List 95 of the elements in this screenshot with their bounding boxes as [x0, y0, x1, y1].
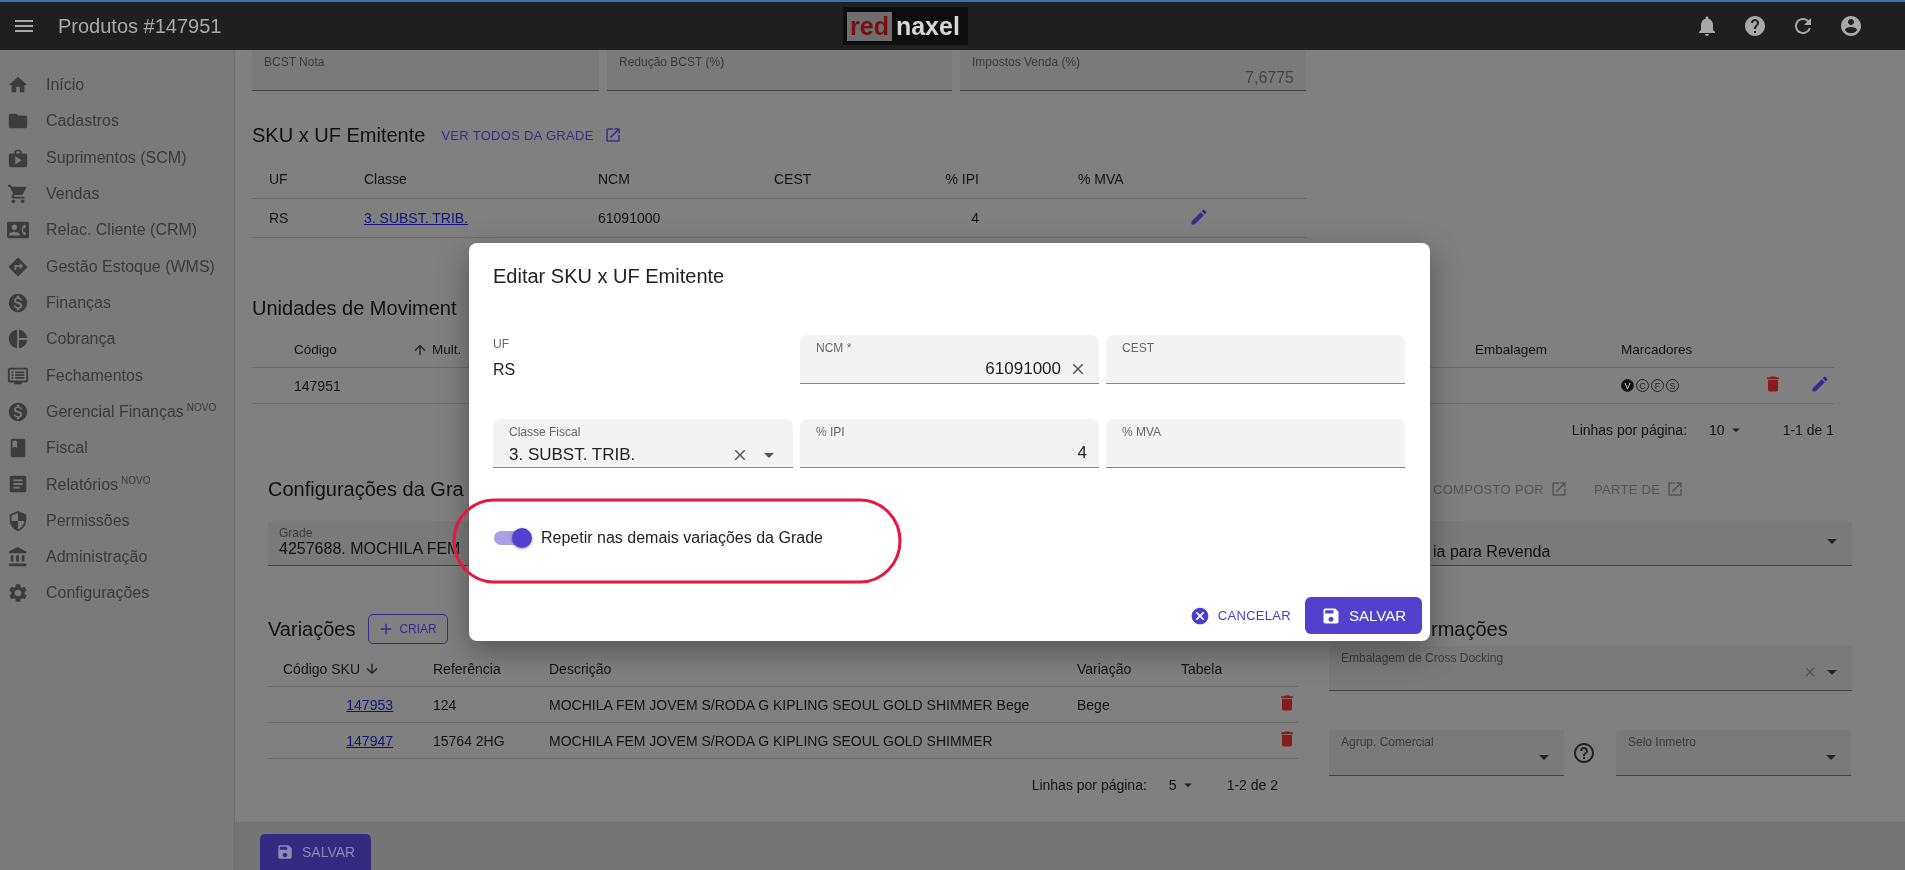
select-field[interactable]: Embalagem de Cross Docking	[1329, 646, 1852, 691]
sidebar-item[interactable]: Suprimentos (SCM)	[46, 148, 187, 167]
input-field[interactable]: BCST Nota	[252, 50, 599, 91]
column-header: Embalagem	[1475, 342, 1549, 357]
sidebar-item[interactable]: Vendas	[46, 185, 100, 204]
dialog-title: Editar SKU x UF Emitente	[493, 265, 726, 289]
directions-icon[interactable]	[7, 255, 29, 278]
rows-per-page-select[interactable]: 5	[1168, 776, 1197, 794]
sku-link[interactable]: 147947	[346, 732, 393, 749]
edit-icon[interactable]	[1189, 206, 1209, 227]
section-title: SKU x UF Emitente	[252, 123, 426, 147]
page-range: 1-2 de 2	[1226, 777, 1278, 793]
create-button[interactable]: CRIAR	[368, 614, 448, 644]
save-icon[interactable]	[276, 843, 294, 861]
field-value: RS	[493, 361, 517, 379]
column-header: % IPI	[944, 171, 979, 187]
sidebar-item[interactable]: Início	[46, 76, 85, 95]
open-external-icon[interactable]	[1666, 480, 1685, 498]
column-header[interactable]: Código SKU	[283, 660, 361, 677]
column-header: % MVA	[1077, 171, 1125, 187]
select-field[interactable]: Selo Inmetro	[1616, 730, 1851, 776]
sidebar-item[interactable]: Administração	[46, 548, 148, 566]
table-cell-text: 61091000	[598, 210, 662, 226]
cancel-button[interactable]: CANCELAR	[1189, 605, 1292, 626]
column-header: Classe	[364, 171, 408, 187]
help-icon[interactable]	[1572, 741, 1596, 765]
shield-icon[interactable]	[7, 509, 29, 532]
sidebar-item[interactable]: Fechamentos	[46, 366, 143, 385]
bank-icon[interactable]	[7, 546, 29, 568]
column-header[interactable]: Variação	[1077, 660, 1132, 677]
table-cell-text: 124	[433, 696, 458, 713]
sidebar-item[interactable]: Gerencial Finanças $^{NOVO}$	[46, 402, 217, 422]
table-cell-text: MOCHILA FEM JOVEM S/RODA G KIPLING SEOUL GOLD SHIMMER Bege	[549, 696, 1031, 713]
pie-chart-icon[interactable]	[7, 328, 29, 351]
open-external-icon[interactable]	[1550, 480, 1568, 498]
view-all-link[interactable]: VER TODOS DA GRADE	[441, 127, 594, 143]
section-title: Variações	[268, 617, 356, 641]
column-header: Marcadores	[1621, 342, 1694, 357]
sidebar-item[interactable]: Cobrança	[46, 330, 116, 349]
table-cell-text: 15764 2HG	[433, 732, 506, 749]
sidebar-item[interactable]: Configurações	[46, 584, 150, 603]
select-field[interactable]: ia para Revenda	[1431, 521, 1852, 566]
column-header: UF	[269, 171, 289, 187]
column-header[interactable]: Referência	[433, 660, 501, 677]
rows-per-page-select[interactable]: 10	[1709, 421, 1745, 439]
section-title: rmações	[1431, 617, 1508, 641]
page-title: Produtos #147951	[58, 14, 222, 38]
select-field[interactable]: Classe Fiscal 3. SUBST. TRIB.	[493, 419, 793, 468]
rows-per-page-label: Linhas por página:	[1571, 422, 1688, 438]
table-cell-text: RS	[269, 210, 290, 226]
settings-icon[interactable]	[7, 582, 29, 605]
table-cell: Bege	[1077, 696, 1110, 713]
table-cell-text: 147951	[294, 377, 342, 394]
marker-badge: V	[1621, 379, 1634, 392]
column-header[interactable]: Tabela	[1181, 660, 1223, 677]
sidebar-item[interactable]: Finanças	[46, 293, 111, 312]
table-cell: 4	[971, 210, 979, 226]
save-button[interactable]: SALVAR	[260, 834, 372, 870]
sidebar-item[interactable]: Relac. Cliente (CRM)	[46, 221, 198, 240]
cart-icon[interactable]	[7, 183, 29, 206]
open-external-icon[interactable]	[603, 126, 622, 144]
column-header: CEST	[774, 171, 813, 187]
dollar-icon[interactable]	[7, 291, 29, 314]
section-title: Configurações da Gra	[268, 477, 465, 501]
input-field[interactable]: % MVA	[1106, 419, 1405, 468]
column-header[interactable]: Descrição	[549, 660, 612, 677]
toggle-label: Repetir nas demais variações da Grade	[541, 529, 823, 547]
sidebar-item[interactable]: Permissões	[46, 511, 130, 530]
account-icon[interactable]	[1839, 14, 1863, 38]
edit-icon[interactable]	[1810, 373, 1830, 394]
logo: red naxel	[843, 7, 968, 45]
input-field[interactable]: % IPI 4	[800, 419, 1099, 468]
help-icon[interactable]	[1743, 14, 1767, 38]
column-header[interactable]: Código	[294, 342, 337, 357]
section-title: Unidades de Moviment	[252, 296, 457, 320]
input-field[interactable]: NCM * 61091000	[800, 335, 1099, 384]
dollar-icon[interactable]	[7, 400, 29, 423]
cancel-icon[interactable]	[1189, 605, 1210, 626]
rows-per-page-label: Linhas por página:	[1031, 777, 1147, 793]
sidebar-item[interactable]: Cadastros	[46, 112, 119, 131]
field-label: UF	[493, 337, 510, 351]
sku-link[interactable]: 147953	[346, 696, 393, 713]
column-header[interactable]: Mult.	[432, 342, 462, 357]
page-range: 1-1 de 1	[1782, 422, 1834, 438]
table-cell-text: MOCHILA FEM JOVEM S/RODA G KIPLING SEOUL GOLD SHIMMER	[549, 732, 994, 749]
input-field[interactable]: Redução BCST (%)	[607, 50, 952, 91]
sidebar-item[interactable]: Fiscal	[46, 439, 88, 458]
sidebar-item[interactable]: Gestão Estoque (WMS)	[46, 257, 215, 276]
save-button[interactable]: SALVAR	[1305, 597, 1422, 634]
class-link[interactable]: 3. SUBST. TRIB.	[364, 210, 468, 226]
sidebar-item[interactable]: Relatórios $^{NOVO}$	[46, 474, 151, 495]
input-field[interactable]: CEST	[1106, 335, 1405, 384]
select-field[interactable]: Agrup. Comercial	[1329, 730, 1564, 776]
column-header: NCM	[598, 171, 631, 187]
toggle-switch[interactable]	[494, 531, 530, 545]
